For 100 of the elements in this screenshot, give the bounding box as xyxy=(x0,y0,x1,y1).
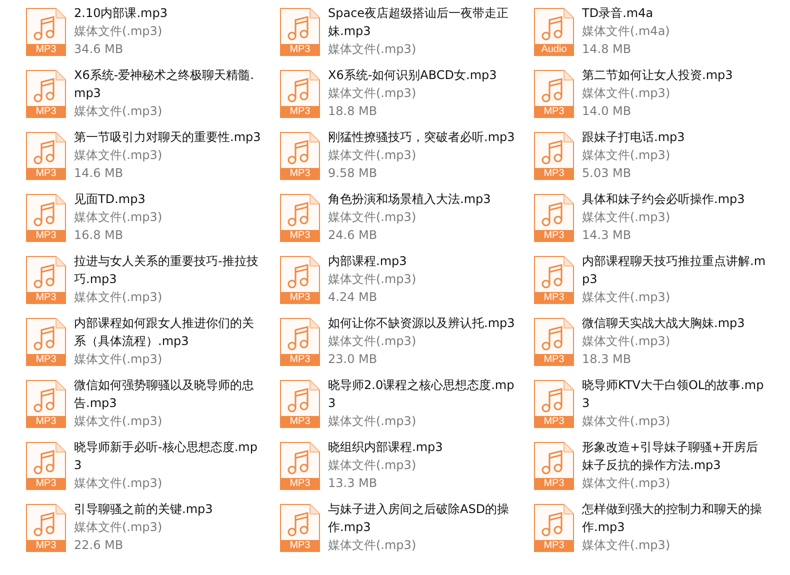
file-type: 媒体文件(.mp3) xyxy=(582,147,672,164)
file-name[interactable]: 形象改造+引导妹子聊骚+开房后妹子反抗的操作方法.mp3 xyxy=(582,438,770,474)
file-type-label: MP3 xyxy=(34,416,58,428)
music-file-icon xyxy=(534,132,574,180)
file-type-label: MP3 xyxy=(34,168,58,180)
file-type-label: MP3 xyxy=(34,230,58,242)
file-name[interactable]: 第二节如何让女人投资.mp3 xyxy=(582,66,770,84)
music-file-icon xyxy=(280,70,320,118)
file-type: 媒体文件(.mp3) xyxy=(328,209,418,226)
file-type: 媒体文件(.m4a) xyxy=(582,23,671,40)
file-type: 媒体文件(.mp3) xyxy=(328,41,418,58)
file-type: 媒体文件(.mp3) xyxy=(582,289,672,306)
file-type: 媒体文件(.mp3) xyxy=(582,537,672,554)
file-size: 13.3 MB xyxy=(328,475,378,492)
music-file-icon xyxy=(26,256,66,304)
file-type: 媒体文件(.mp3) xyxy=(74,351,164,368)
file-size: 18.8 MB xyxy=(328,103,378,120)
music-file-icon xyxy=(26,132,66,180)
file-type: 媒体文件(.mp3) xyxy=(328,333,418,350)
file-type: 媒体文件(.mp3) xyxy=(74,23,164,40)
file-type: 媒体文件(.mp3) xyxy=(328,537,418,554)
file-type-label: MP3 xyxy=(542,354,566,366)
file-name[interactable]: 2.10内部课.mp3 xyxy=(74,4,262,22)
file-type-label: MP3 xyxy=(34,354,58,366)
file-name[interactable]: 内部课程如何跟女人推进你们的关系（具体流程）.mp3 xyxy=(74,314,262,350)
music-file-icon xyxy=(26,380,66,428)
file-type: 媒体文件(.mp3) xyxy=(74,475,164,492)
file-type-label: MP3 xyxy=(542,230,566,242)
file-name[interactable]: 晓组织内部课程.mp3 xyxy=(328,438,516,456)
file-name[interactable]: 跟妹子打电话.mp3 xyxy=(582,128,770,146)
file-size: 22.6 MB xyxy=(74,537,124,554)
file-name[interactable]: 微信聊天实战大战大胸妹.mp3 xyxy=(582,314,770,332)
file-type-label: Audio xyxy=(540,44,568,56)
file-type-label: MP3 xyxy=(542,106,566,118)
file-name[interactable]: TD录音.m4a xyxy=(582,4,770,22)
file-type-label: MP3 xyxy=(542,416,566,428)
music-file-icon xyxy=(534,318,574,366)
file-name[interactable]: 晓导师KTV大干白领OL的故事.mp3 xyxy=(582,376,770,412)
file-size: 14.0 MB xyxy=(582,103,632,120)
file-type: 媒体文件(.mp3) xyxy=(74,147,164,164)
file-type: 媒体文件(.mp3) xyxy=(582,333,672,350)
music-file-icon xyxy=(26,194,66,242)
music-file-icon xyxy=(26,8,66,56)
file-type: 媒体文件(.mp3) xyxy=(328,457,418,474)
file-size: 16.8 MB xyxy=(74,227,124,244)
music-file-icon xyxy=(280,318,320,366)
file-size: 9.58 MB xyxy=(328,165,378,182)
file-name[interactable]: X6系统-如何识别ABCD女.mp3 xyxy=(328,66,516,84)
music-file-icon xyxy=(26,70,66,118)
file-size: 4.24 MB xyxy=(328,289,378,306)
file-type: 媒体文件(.mp3) xyxy=(74,209,164,226)
file-name[interactable]: 引导聊骚之前的关键.mp3 xyxy=(74,500,262,518)
file-size: 14.8 MB xyxy=(582,41,632,58)
file-name[interactable]: 具体和妹子约会必听操作.mp3 xyxy=(582,190,770,208)
music-file-icon xyxy=(280,442,320,490)
file-name[interactable]: 刚猛性撩骚技巧，突破者必听.mp3 xyxy=(328,128,516,146)
file-type-label: MP3 xyxy=(542,540,566,552)
music-file-icon xyxy=(26,442,66,490)
music-file-icon xyxy=(534,70,574,118)
file-name[interactable]: 晓导师新手必听-核心思想态度.mp3 xyxy=(74,438,262,474)
file-type-label: MP3 xyxy=(288,416,312,428)
file-type: 媒体文件(.mp3) xyxy=(582,85,672,102)
file-type-label: MP3 xyxy=(288,168,312,180)
music-file-icon xyxy=(534,504,574,552)
file-name[interactable]: 微信如何强势聊骚以及晓导师的忠告.mp3 xyxy=(74,376,262,412)
file-name[interactable]: X6系统-爱神秘术之终极聊天精髓.mp3 xyxy=(74,66,262,102)
file-name[interactable]: 内部课程.mp3 xyxy=(328,252,516,270)
music-file-icon xyxy=(280,256,320,304)
music-file-icon xyxy=(280,132,320,180)
music-file-icon xyxy=(534,256,574,304)
file-name[interactable]: 如何让你不缺资源以及辨认托.mp3 xyxy=(328,314,516,332)
file-name[interactable]: 怎样做到强大的控制力和聊天的操作.mp3 xyxy=(582,500,770,536)
file-type-label: MP3 xyxy=(34,540,58,552)
music-file-icon xyxy=(26,504,66,552)
file-name[interactable]: 角色扮演和场景植入大法.mp3 xyxy=(328,190,516,208)
file-name[interactable]: Space夜店超级搭讪后一夜带走正妹.mp3 xyxy=(328,4,516,40)
file-type-label: MP3 xyxy=(34,44,58,56)
file-name[interactable]: 第一节吸引力对聊天的重要性.mp3 xyxy=(74,128,262,146)
file-type-label: MP3 xyxy=(288,292,312,304)
file-type-label: MP3 xyxy=(288,354,312,366)
file-size: 18.3 MB xyxy=(582,351,632,368)
file-type-label: MP3 xyxy=(288,230,312,242)
music-file-icon xyxy=(534,442,574,490)
file-name[interactable]: 内部课程聊天技巧推拉重点讲解.mp3 xyxy=(582,252,770,288)
music-file-icon xyxy=(280,194,320,242)
file-name[interactable]: 拉进与女人关系的重要技巧-推拉技巧.mp3 xyxy=(74,252,262,288)
music-file-icon xyxy=(280,504,320,552)
file-type: 媒体文件(.mp3) xyxy=(74,519,164,536)
file-type-label: MP3 xyxy=(542,478,566,490)
music-file-icon xyxy=(534,194,574,242)
file-type: 媒体文件(.mp3) xyxy=(328,147,418,164)
file-name[interactable]: 见面TD.mp3 xyxy=(74,190,262,208)
file-type-label: MP3 xyxy=(288,44,312,56)
file-type: 媒体文件(.mp3) xyxy=(74,413,164,430)
file-name[interactable]: 晓导师2.0课程之核心思想态度.mp3 xyxy=(328,376,516,412)
file-type: 媒体文件(.mp3) xyxy=(582,413,672,430)
file-name[interactable]: 与妹子进入房间之后破除ASD的操作.mp3 xyxy=(328,500,516,536)
file-type-label: MP3 xyxy=(288,478,312,490)
file-type: 媒体文件(.mp3) xyxy=(328,85,418,102)
music-file-icon xyxy=(534,380,574,428)
